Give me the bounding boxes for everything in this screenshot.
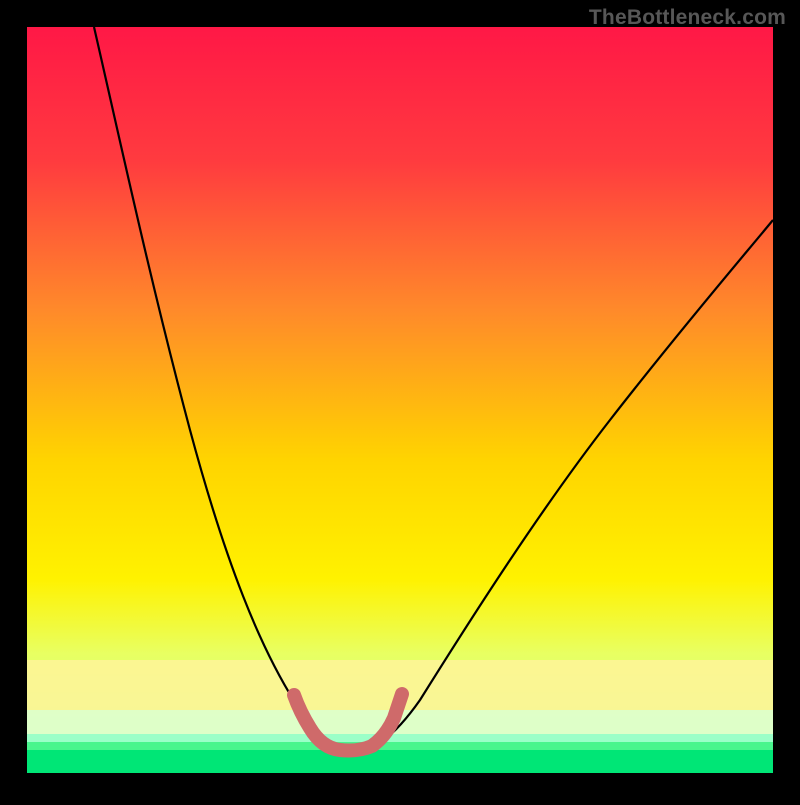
band-deep-green — [27, 750, 773, 773]
watermark-text: TheBottleneck.com — [589, 6, 786, 30]
band-mid-green — [27, 742, 773, 750]
bottleneck-chart — [0, 0, 800, 800]
plot-area — [27, 27, 773, 773]
band-light-green — [27, 734, 773, 742]
chart-svg — [0, 0, 800, 800]
